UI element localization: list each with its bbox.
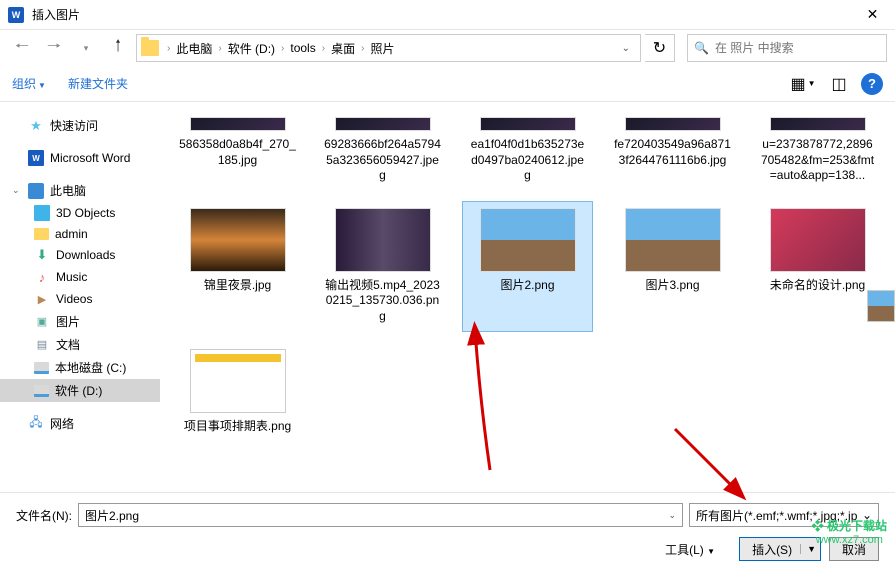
sidebar-this-pc[interactable]: ⌄此电脑 (0, 179, 160, 202)
file-item[interactable]: 锦里夜景.jpg (172, 201, 303, 332)
help-button[interactable]: ? (861, 73, 883, 95)
sidebar-item-documents[interactable]: ▤文档 (0, 333, 160, 356)
picture-icon: ▣ (34, 314, 50, 330)
search-input[interactable] (715, 41, 880, 55)
folder-icon (34, 228, 49, 240)
refresh-button[interactable]: ↻ (645, 34, 675, 62)
thumbnail (190, 117, 286, 131)
document-icon: ▤ (34, 337, 50, 353)
forward-button: 🠒 (40, 34, 68, 62)
panel-icon: ◫ (831, 74, 846, 94)
sidebar-item-videos[interactable]: ▶Videos (0, 288, 160, 310)
view-mode-button[interactable]: ▦▼ (789, 72, 817, 96)
toolbar: 组织▼ 新建文件夹 ▦▼ ◫ ? (0, 66, 895, 102)
disk-icon (34, 385, 49, 397)
sidebar-item-ddisk[interactable]: 软件 (D:) (0, 379, 160, 402)
file-item[interactable]: 586358d0a8b4f_270_185.jpg (172, 110, 303, 191)
up-button[interactable]: 🠑 (104, 34, 132, 62)
sidebar-item-admin[interactable]: admin (0, 224, 160, 244)
file-item[interactable]: fe720403549a96a8713f2644761116b6.jpg (607, 110, 738, 191)
content-area: ★快速访问 WMicrosoft Word ⌄此电脑 3D Objects ad… (0, 102, 895, 492)
thumbnail (190, 349, 286, 413)
close-button[interactable]: ✕ (850, 0, 895, 30)
crumb-pc[interactable]: 此电脑 (172, 38, 216, 59)
sidebar: ★快速访问 WMicrosoft Word ⌄此电脑 3D Objects ad… (0, 102, 160, 492)
titlebar: W 插入图片 ✕ (0, 0, 895, 30)
star-icon: ★ (28, 118, 44, 134)
filename-input[interactable]: 图片2.png⌄ (78, 503, 683, 527)
new-folder-button[interactable]: 新建文件夹 (68, 75, 128, 92)
thumbnail (335, 117, 431, 131)
file-grid[interactable]: 586358d0a8b4f_270_185.jpg 69283666bf264a… (160, 102, 895, 492)
grid-icon: ▦ (790, 74, 805, 94)
thumbnail (335, 208, 431, 272)
chevron-right-icon: › (216, 43, 223, 54)
tools-menu[interactable]: 工具(L) ▼ (665, 541, 715, 558)
download-icon: ⬇ (34, 247, 50, 263)
word-app-icon: W (8, 7, 24, 23)
preview-pane-button[interactable]: ◫ (825, 72, 853, 96)
file-item[interactable]: ea1f04f0d1b635273ed0497ba0240612.jpeg (462, 110, 593, 191)
address-dropdown[interactable]: ⌄ (616, 43, 636, 54)
file-item[interactable]: 输出视频5.mp4_20230215_135730.036.png (317, 201, 448, 332)
video-icon: ▶ (34, 291, 50, 307)
sidebar-item-downloads[interactable]: ⬇Downloads (0, 244, 160, 266)
chevron-right-icon: › (279, 43, 286, 54)
sidebar-item-cdisk[interactable]: 本地磁盘 (C:) (0, 356, 160, 379)
thumbnail (480, 208, 576, 272)
chevron-right-icon: › (359, 43, 366, 54)
chevron-down-icon[interactable]: ⌄ (862, 508, 872, 522)
disk-icon (34, 362, 49, 374)
sidebar-quick-access[interactable]: ★快速访问 (0, 114, 160, 137)
crumb-tools[interactable]: tools (286, 39, 319, 57)
chevron-down-icon[interactable]: ⌄ (668, 510, 676, 521)
network-icon: 🖧 (28, 416, 44, 432)
address-bar[interactable]: › 此电脑 › 软件 (D:) › tools › 桌面 › 照片 ⌄ (136, 34, 641, 62)
cropped-thumbnail (867, 290, 895, 322)
thumbnail (625, 117, 721, 131)
chevron-right-icon: › (165, 43, 172, 54)
file-item[interactable]: u=2373878772,2896705482&fm=253&fmt=auto&… (752, 110, 883, 191)
chevron-right-icon: › (320, 43, 327, 54)
navigation-bar: 🠐 🠒 ▾ 🠑 › 此电脑 › 软件 (D:) › tools › 桌面 › 照… (0, 30, 895, 66)
thumbnail (480, 117, 576, 131)
3d-icon (34, 205, 50, 221)
file-item-selected[interactable]: 图片2.png (462, 201, 593, 332)
sidebar-word[interactable]: WMicrosoft Word (0, 147, 160, 169)
crumb-desktop[interactable]: 桌面 (327, 38, 359, 59)
filetype-select[interactable]: 所有图片(*.emf;*.wmf;*.jpg;*.jp⌄ (689, 503, 879, 527)
sidebar-item-pictures[interactable]: ▣图片 (0, 310, 160, 333)
insert-dropdown[interactable]: ▼ (800, 544, 816, 554)
file-item[interactable]: 项目事项排期表.png (172, 342, 303, 442)
file-item[interactable]: 未命名的设计.png (752, 201, 883, 332)
crumb-photos[interactable]: 照片 (366, 38, 398, 59)
thumbnail (770, 208, 866, 272)
back-button[interactable]: 🠐 (8, 34, 36, 62)
cancel-button[interactable]: 取消 (829, 537, 879, 561)
crumb-drive[interactable]: 软件 (D:) (224, 38, 279, 59)
music-icon: ♪ (34, 269, 50, 285)
pc-icon (28, 183, 44, 199)
search-box[interactable]: 🔍 (687, 34, 887, 62)
sidebar-item-3dobjects[interactable]: 3D Objects (0, 202, 160, 224)
file-item[interactable]: 69283666bf264a57945a323656059427.jpeg (317, 110, 448, 191)
folder-icon (141, 40, 159, 56)
file-item[interactable]: 图片3.png (607, 201, 738, 332)
recent-dropdown[interactable]: ▾ (72, 34, 100, 62)
sidebar-item-music[interactable]: ♪Music (0, 266, 160, 288)
filename-label: 文件名(N): (16, 507, 72, 524)
insert-button[interactable]: 插入(S)▼ (739, 537, 821, 561)
thumbnail (190, 208, 286, 272)
thumbnail (770, 117, 866, 131)
organize-menu[interactable]: 组织▼ (12, 75, 46, 92)
word-icon: W (28, 150, 44, 166)
window-title: 插入图片 (32, 6, 850, 23)
sidebar-network[interactable]: 🖧网络 (0, 412, 160, 435)
search-icon: 🔍 (694, 41, 709, 55)
bottom-bar: 文件名(N): 图片2.png⌄ 所有图片(*.emf;*.wmf;*.jpg;… (0, 492, 895, 571)
thumbnail (625, 208, 721, 272)
